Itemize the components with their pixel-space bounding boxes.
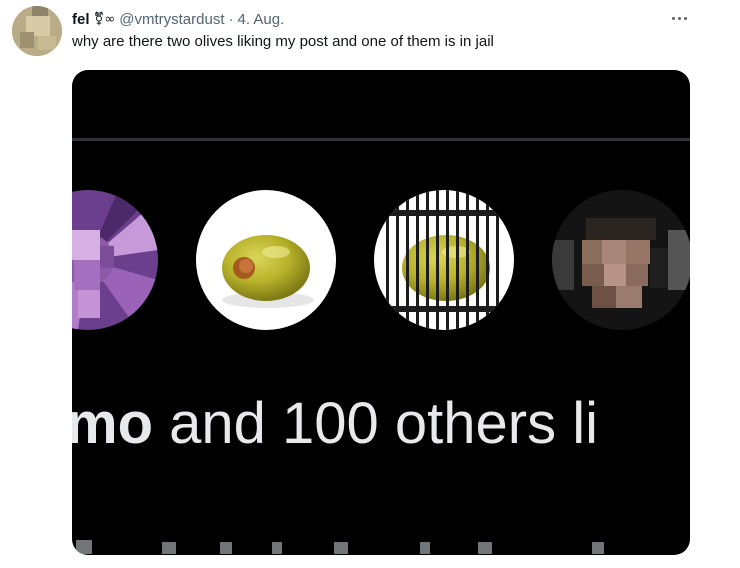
tweet-text: why are there two olives liking my post …	[72, 33, 494, 50]
olive-icon	[222, 235, 314, 308]
avatar-pixel	[32, 6, 48, 16]
tweet-media-image[interactable]: mo and 100 others li	[72, 70, 690, 555]
more-horizontal-icon	[677, 16, 681, 20]
image-divider	[72, 138, 690, 141]
pixelated-person-graphic	[552, 190, 690, 330]
likes-summary-text: mo and 100 others li	[72, 390, 598, 457]
pixelated-person-avatar	[552, 190, 690, 330]
author-avatar[interactable]	[12, 6, 62, 56]
cutoff-text-fragments	[76, 540, 604, 554]
avatar-pixel	[38, 36, 56, 50]
olive-in-jail-avatar	[374, 190, 514, 330]
tweet-header: fel ⚧∞ @vmtrystardust · 4. Aug.	[72, 8, 284, 30]
pixelated-purple-avatar	[72, 190, 158, 330]
tweet[interactable]: fel ⚧∞ @vmtrystardust · 4. Aug. why are …	[0, 0, 740, 568]
user-handle[interactable]: @vmtrystardust	[119, 11, 224, 28]
pixelated-purple-avatar-graphic	[72, 190, 158, 330]
pronoun-badge: ⚧∞	[93, 11, 116, 27]
display-name[interactable]: fel	[72, 11, 90, 28]
more-options-button[interactable]	[664, 6, 694, 30]
more-horizontal-icon	[683, 16, 687, 20]
avatar-pixel	[20, 32, 34, 48]
olive-avatar	[196, 190, 336, 330]
tweet-date[interactable]: 4. Aug.	[238, 11, 285, 28]
jailed-olive-icon	[374, 190, 514, 330]
separator-dot: ·	[228, 10, 234, 28]
liker-name: mo	[72, 391, 153, 456]
likes-count-text: and 100 others li	[153, 391, 598, 456]
more-horizontal-icon	[671, 16, 675, 20]
